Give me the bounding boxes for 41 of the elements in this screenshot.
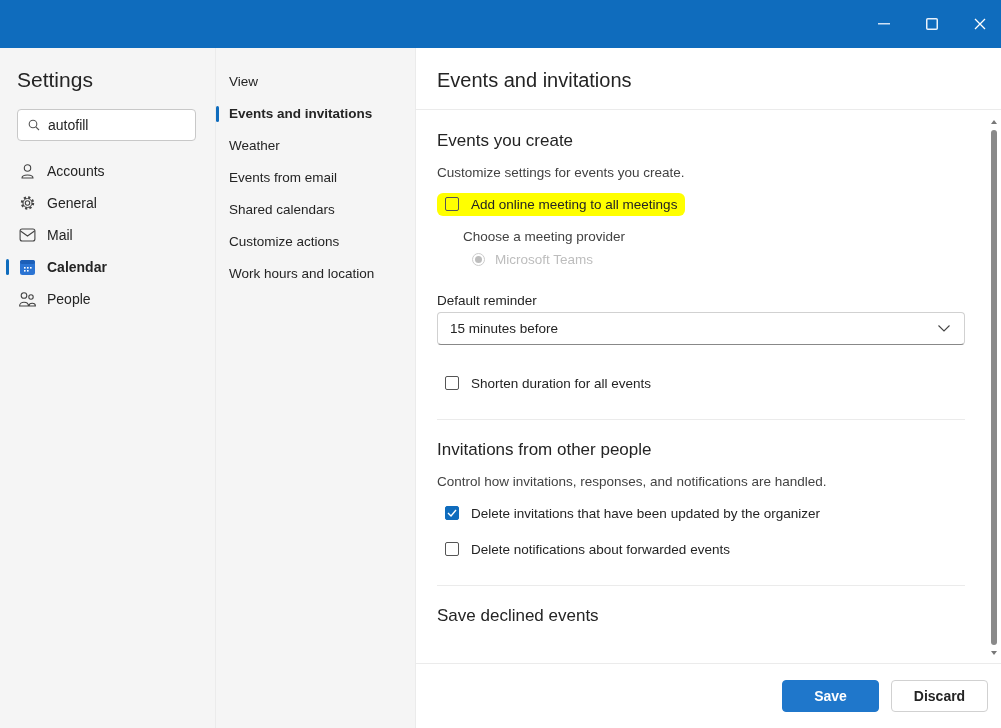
panel-title: Events and invitations xyxy=(416,48,1001,110)
chevron-down-icon xyxy=(938,325,950,332)
scroll-up-icon[interactable] xyxy=(991,120,997,124)
section-heading: Save declined events xyxy=(437,605,600,627)
nav-item[interactable]: Calendar xyxy=(6,251,196,283)
provider-label: Choose a meeting provider xyxy=(463,228,627,246)
save-button[interactable]: Save xyxy=(782,680,879,712)
search-icon xyxy=(28,119,40,131)
people-icon xyxy=(19,291,36,307)
discard-button[interactable]: Discard xyxy=(891,680,988,712)
person-icon xyxy=(19,163,36,179)
section-description: Customize settings for events you create. xyxy=(437,164,686,182)
nav-item[interactable]: General xyxy=(6,187,196,219)
checkbox-option[interactable]: Add online meeting to all meetings xyxy=(437,192,686,216)
subnav-item[interactable]: Events and invitations xyxy=(216,98,415,130)
maximize-icon[interactable] xyxy=(926,18,938,30)
subnav-item[interactable]: View xyxy=(216,66,415,98)
checkbox-option[interactable]: Shorten duration for all events xyxy=(437,371,660,395)
section-heading: Events you create xyxy=(437,130,575,152)
subnav-item[interactable]: Weather xyxy=(216,130,415,162)
section-description: Control how invitations, responses, and notifications are handled. xyxy=(437,473,828,491)
checkmark-icon xyxy=(447,509,457,517)
gear-icon xyxy=(19,195,36,211)
calendar-icon xyxy=(19,259,36,275)
reminder-dropdown[interactable]: 15 minutes before xyxy=(437,312,965,345)
settings-title: Settings xyxy=(17,68,94,93)
nav-item[interactable]: Mail xyxy=(6,219,196,251)
checkbox-option[interactable]: Delete notifications about forwarded events xyxy=(437,537,738,561)
subnav-item[interactable]: Customize actions xyxy=(216,226,415,258)
checkbox-option[interactable]: Delete invitations that have been updated by the organizer xyxy=(437,501,828,525)
subnav-item[interactable]: Work hours and location xyxy=(216,258,415,290)
subnav-item[interactable]: Events from email xyxy=(216,162,415,194)
subnav-item[interactable]: Shared calendars xyxy=(216,194,415,226)
mail-icon xyxy=(19,228,36,242)
search-field[interactable]: autofill xyxy=(17,109,196,141)
nav-item[interactable]: People xyxy=(6,283,196,315)
scroll-down-icon[interactable] xyxy=(991,651,997,655)
nav-item[interactable]: Accounts xyxy=(6,155,196,187)
section-heading: Invitations from other people xyxy=(437,439,653,461)
close-icon[interactable] xyxy=(974,18,986,30)
dropdown-label: Default reminder xyxy=(437,292,538,310)
